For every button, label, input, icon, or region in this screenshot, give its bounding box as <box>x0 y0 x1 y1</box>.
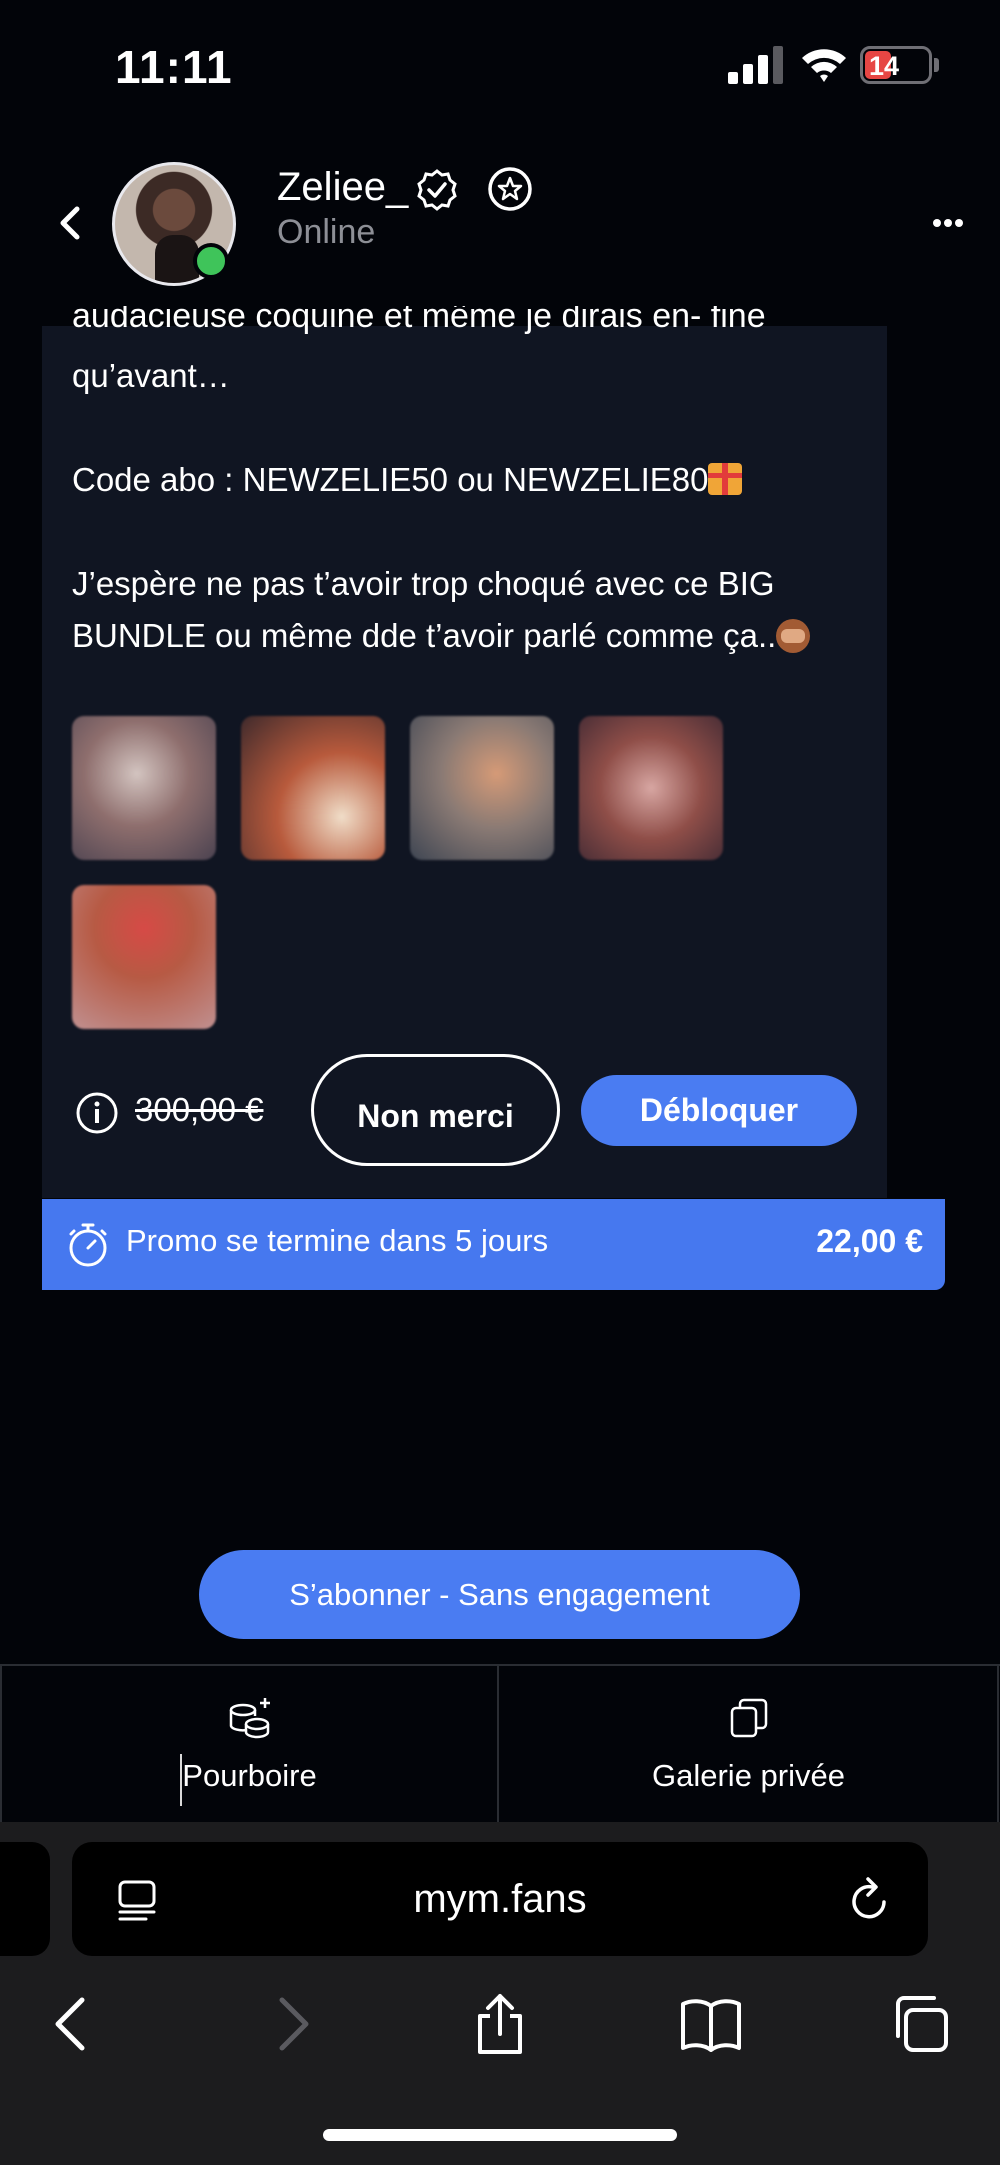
tip-label: Pourboire <box>182 1758 317 1793</box>
share-icon[interactable] <box>468 1992 532 2056</box>
tabs-icon[interactable] <box>890 1992 954 2056</box>
url-text[interactable]: mym.fans <box>72 1877 928 1922</box>
cellular-signal-icon <box>728 46 783 84</box>
info-icon[interactable] <box>75 1091 119 1135</box>
message-line: qu’avant… <box>72 357 230 394</box>
see-no-evil-monkey-icon <box>776 619 811 653</box>
promo-banner: Promo se termine dans 5 jours 22,00 € <box>42 1199 945 1290</box>
profile-username[interactable]: Zeliee_ <box>277 165 408 210</box>
status-time: 11:11 <box>115 41 233 93</box>
no-thanks-button[interactable]: Non merci <box>311 1054 560 1166</box>
chevron-left-icon[interactable] <box>55 205 85 241</box>
forward-icon <box>279 1997 309 2051</box>
stopwatch-icon <box>69 1223 107 1267</box>
browser-toolbar: mym.fans <box>0 1822 1000 2165</box>
private-gallery-tab[interactable]: Galerie privée <box>500 1666 999 1822</box>
home-indicator[interactable] <box>323 2129 677 2141</box>
subscribe-button[interactable]: S’abonner - Sans engagement <box>199 1550 800 1639</box>
message-text-cut: audacieuse coquine et même je dirais en-… <box>72 306 766 335</box>
copy-squares-icon <box>730 1698 767 1738</box>
bottom-action-bar: Pourboire Galerie privée <box>0 1664 1000 1822</box>
battery-icon: 14 <box>860 46 932 84</box>
message-line: J’espère ne pas t’avoir trop choqué avec… <box>72 565 775 602</box>
message-text: qu’avant… Code abo : NEWZELIE50 ou NEWZEL… <box>72 350 872 662</box>
online-indicator <box>193 243 229 279</box>
locked-media-thumbnail[interactable] <box>579 716 723 860</box>
coins-plus-icon <box>229 1698 270 1739</box>
promo-price: 22,00 € <box>816 1223 923 1259</box>
message-line: BUNDLE ou même dde t’avoir parlé comme ç… <box>72 610 872 662</box>
locked-media-thumbnail[interactable] <box>72 716 216 860</box>
status-bar: 11:11 14 <box>0 0 1000 130</box>
gift-icon <box>708 463 743 495</box>
battery-level: 14 <box>869 51 900 81</box>
address-bar[interactable]: mym.fans <box>72 1842 928 1956</box>
back-icon[interactable] <box>42 1992 106 2056</box>
locked-media-thumbnail[interactable] <box>72 885 216 1029</box>
locked-media-thumbnail[interactable] <box>410 716 554 860</box>
star-badge-icon <box>488 167 532 211</box>
book-icon[interactable] <box>679 1992 743 2056</box>
previous-tab-preview[interactable] <box>0 1842 50 1956</box>
verified-badge-icon <box>417 169 457 211</box>
unlock-button[interactable]: Débloquer <box>581 1075 857 1146</box>
tip-tab[interactable]: Pourboire <box>0 1666 499 1822</box>
online-status: Online <box>277 213 376 251</box>
more-dots-icon[interactable] <box>932 218 964 228</box>
wifi-icon <box>802 49 846 82</box>
promo-text: Promo se termine dans 5 jours <box>126 1223 549 1258</box>
locked-media-thumbnail[interactable] <box>241 716 385 860</box>
reload-icon[interactable] <box>848 1874 892 1924</box>
private-gallery-label: Galerie privée <box>652 1758 845 1793</box>
original-price: 300,00 € <box>135 1091 264 1128</box>
message-line: Code abo : NEWZELIE50 ou NEWZELIE80 <box>72 454 872 506</box>
